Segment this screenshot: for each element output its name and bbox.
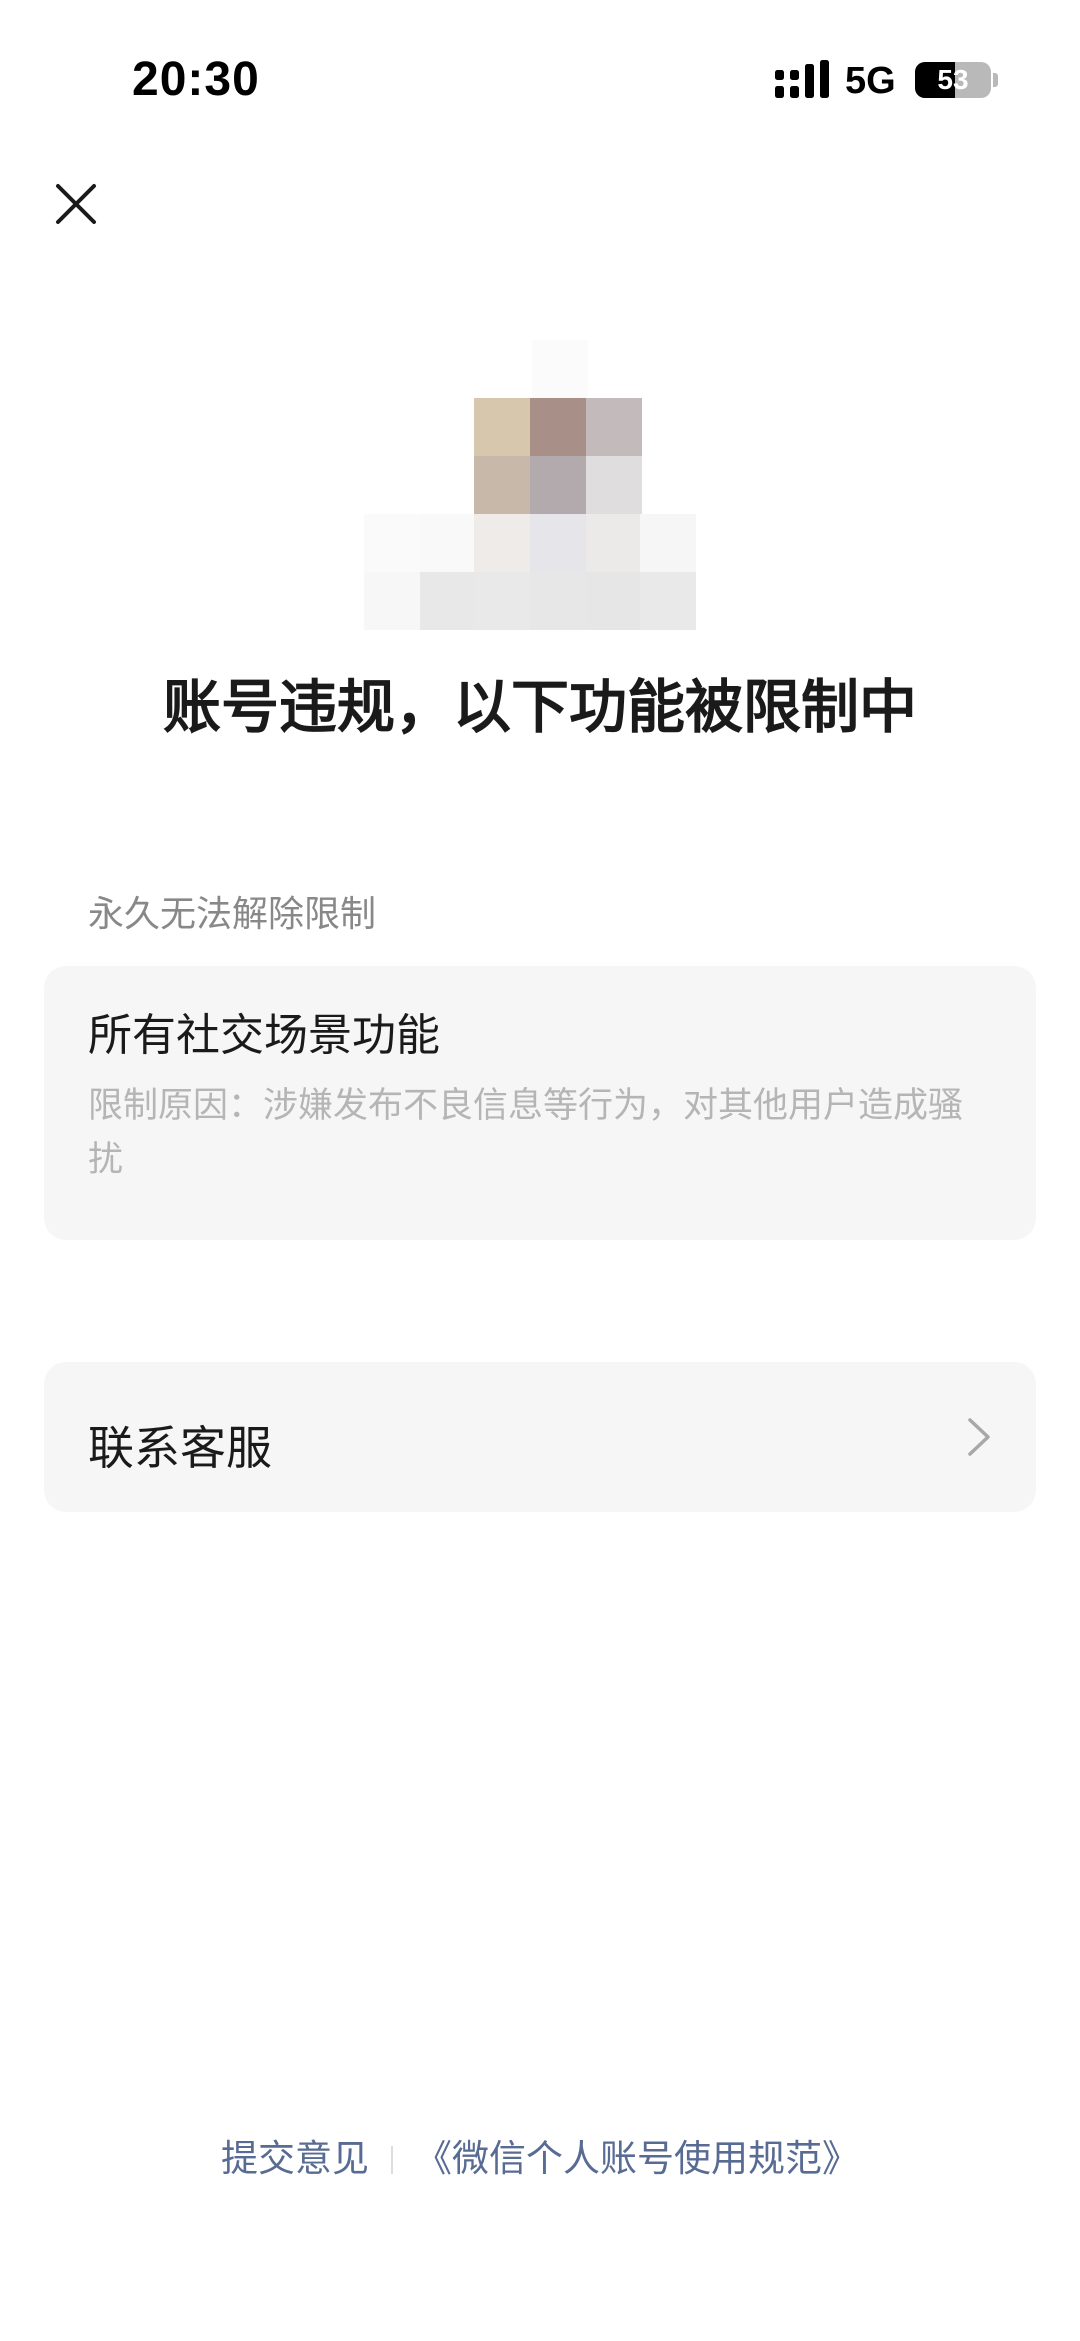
close-button[interactable] bbox=[44, 172, 108, 236]
policy-link[interactable]: 《微信个人账号使用规范》 bbox=[415, 2137, 859, 2180]
restriction-name: 所有社交场景功能 bbox=[88, 1010, 440, 1061]
status-time: 20:30 bbox=[132, 53, 260, 106]
restriction-reason: 限制原因：涉嫌发布不良信息等行为，对其他用户造成骚扰 bbox=[88, 1085, 964, 1181]
battery-level: 53 bbox=[937, 64, 969, 95]
feedback-link[interactable]: 提交意见 bbox=[221, 2137, 369, 2180]
status-bar: 20:30 5G 53 bbox=[0, 0, 1080, 160]
network-type: 5G bbox=[845, 60, 896, 102]
close-icon bbox=[56, 184, 96, 224]
signal-icon bbox=[775, 60, 829, 98]
contact-support-button[interactable]: 联系客服 bbox=[44, 1362, 1036, 1512]
footer-divider bbox=[391, 2146, 393, 2174]
avatar bbox=[364, 340, 696, 630]
contact-support-label: 联系客服 bbox=[88, 1421, 272, 1475]
restriction-section-label: 永久无法解除限制 bbox=[88, 894, 377, 935]
page-title: 账号违规，以下功能被限制中 bbox=[162, 673, 917, 741]
chevron-right-icon bbox=[968, 1418, 990, 1456]
battery-tip bbox=[993, 73, 998, 87]
restriction-card: 所有社交场景功能 限制原因：涉嫌发布不良信息等行为，对其他用户造成骚扰 bbox=[44, 966, 1036, 1240]
footer: 提交意见 《微信个人账号使用规范》 bbox=[0, 2128, 1080, 2182]
battery-icon: 53 bbox=[915, 62, 991, 98]
